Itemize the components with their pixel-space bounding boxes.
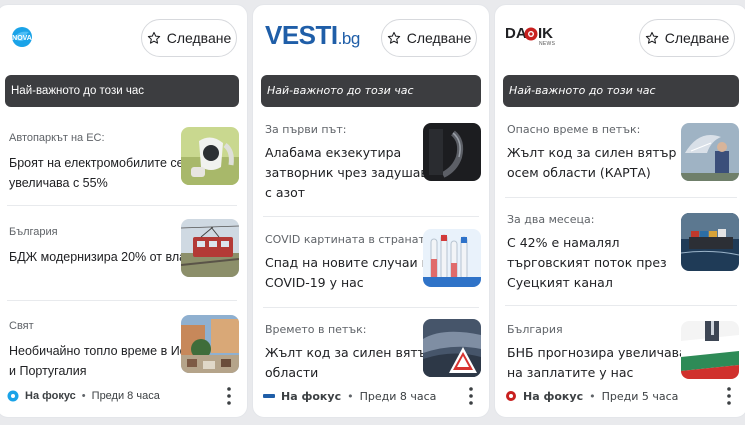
news-category: Автопаркът на ЕС: bbox=[9, 132, 105, 144]
separator-dot: • bbox=[347, 389, 354, 403]
card-footer: На фокус • Преди 8 часа bbox=[7, 385, 237, 407]
more-options-icon[interactable] bbox=[463, 385, 479, 407]
top-stories-bar[interactable]: Най-важното до този час bbox=[503, 75, 739, 107]
follow-label: Следване bbox=[166, 30, 232, 46]
top-stories-bar[interactable]: Най-важното до този час bbox=[5, 75, 239, 107]
news-category: За два месеца: bbox=[507, 213, 595, 226]
news-category: COVID картината в страната bbox=[265, 233, 432, 246]
star-icon bbox=[387, 31, 400, 44]
separator-dot: • bbox=[81, 390, 86, 402]
top-stories-bar[interactable]: Най-важното до този час bbox=[261, 75, 481, 107]
news-headline[interactable]: Броят на електромобилите се увеличава с … bbox=[9, 153, 184, 193]
divider bbox=[263, 216, 479, 217]
focus-label[interactable]: На фокус bbox=[25, 390, 76, 402]
vesti-logo[interactable]: VESTI.bg bbox=[265, 19, 360, 55]
more-options-icon[interactable] bbox=[721, 385, 737, 407]
focus-label[interactable]: На фокус bbox=[281, 390, 341, 403]
news-card-vesti: VESTI.bg Следване Най-важното до този ча… bbox=[252, 4, 490, 418]
more-options-icon[interactable] bbox=[221, 385, 237, 407]
umbrella-wind-thumbnail[interactable] bbox=[681, 123, 739, 181]
darik-logo-mark-icon bbox=[524, 27, 538, 41]
divider bbox=[7, 300, 237, 301]
card-footer: На фокус • Преди 5 часа bbox=[505, 385, 737, 407]
prison-cell-thumbnail[interactable] bbox=[423, 123, 481, 181]
test-tubes-thumbnail[interactable] bbox=[423, 229, 481, 287]
star-icon bbox=[645, 31, 658, 44]
wind-warning-thumbnail[interactable] bbox=[423, 319, 481, 377]
news-card-nova: NOVA Следване Най-важното до този час Ав… bbox=[0, 4, 248, 418]
ev-charger-thumbnail[interactable] bbox=[181, 127, 239, 185]
time-label: Преди 8 часа bbox=[359, 389, 437, 403]
card-footer: На фокус • Преди 8 часа bbox=[263, 385, 479, 407]
time-label: Преди 8 часа bbox=[91, 390, 160, 402]
svg-text:NOVA: NOVA bbox=[12, 35, 32, 42]
time-label: Преди 5 часа bbox=[601, 389, 679, 403]
news-headline[interactable]: С 42% е намалял търговският поток през С… bbox=[507, 233, 667, 293]
nova-logo[interactable]: NOVA bbox=[11, 26, 33, 48]
card-header: DA IK NEWS Следване bbox=[495, 5, 745, 69]
news-category: Опасно време в петък: bbox=[507, 123, 641, 136]
follow-label: Следване bbox=[664, 30, 730, 46]
star-icon bbox=[147, 31, 160, 44]
follow-button[interactable]: Следване bbox=[381, 19, 477, 57]
news-headline[interactable]: Спад на новите случаи на COVID-19 у нас bbox=[265, 253, 437, 293]
focus-label[interactable]: На фокус bbox=[523, 390, 583, 403]
news-headline[interactable]: БНБ прогнозира увеличаване на заплатите … bbox=[507, 343, 703, 383]
card-header: NOVA Следване bbox=[0, 5, 247, 69]
vesti-source-icon bbox=[263, 394, 275, 398]
news-category: България bbox=[507, 323, 563, 336]
card-header: VESTI.bg Следване bbox=[253, 5, 489, 69]
news-card-darik: DA IK NEWS Следване Най-важното до този … bbox=[494, 4, 745, 418]
darik-source-icon bbox=[506, 391, 516, 401]
train-thumbnail[interactable] bbox=[181, 219, 239, 277]
divider bbox=[505, 197, 737, 198]
divider bbox=[263, 307, 479, 308]
separator-dot: • bbox=[589, 389, 596, 403]
news-headline[interactable]: Жълт код за силен вятър в осем области (… bbox=[507, 143, 688, 183]
darik-logo[interactable]: DA IK NEWS bbox=[505, 25, 565, 51]
street-cafe-thumbnail[interactable] bbox=[181, 315, 239, 373]
follow-label: Следване bbox=[406, 30, 472, 46]
divider bbox=[7, 205, 237, 206]
divider bbox=[505, 305, 737, 306]
nova-source-icon bbox=[7, 390, 19, 402]
follow-button[interactable]: Следване bbox=[639, 19, 735, 57]
bulgarian-flag-thumbnail[interactable] bbox=[681, 321, 739, 379]
follow-button[interactable]: Следване bbox=[141, 19, 237, 57]
cargo-ship-thumbnail[interactable] bbox=[681, 213, 739, 271]
